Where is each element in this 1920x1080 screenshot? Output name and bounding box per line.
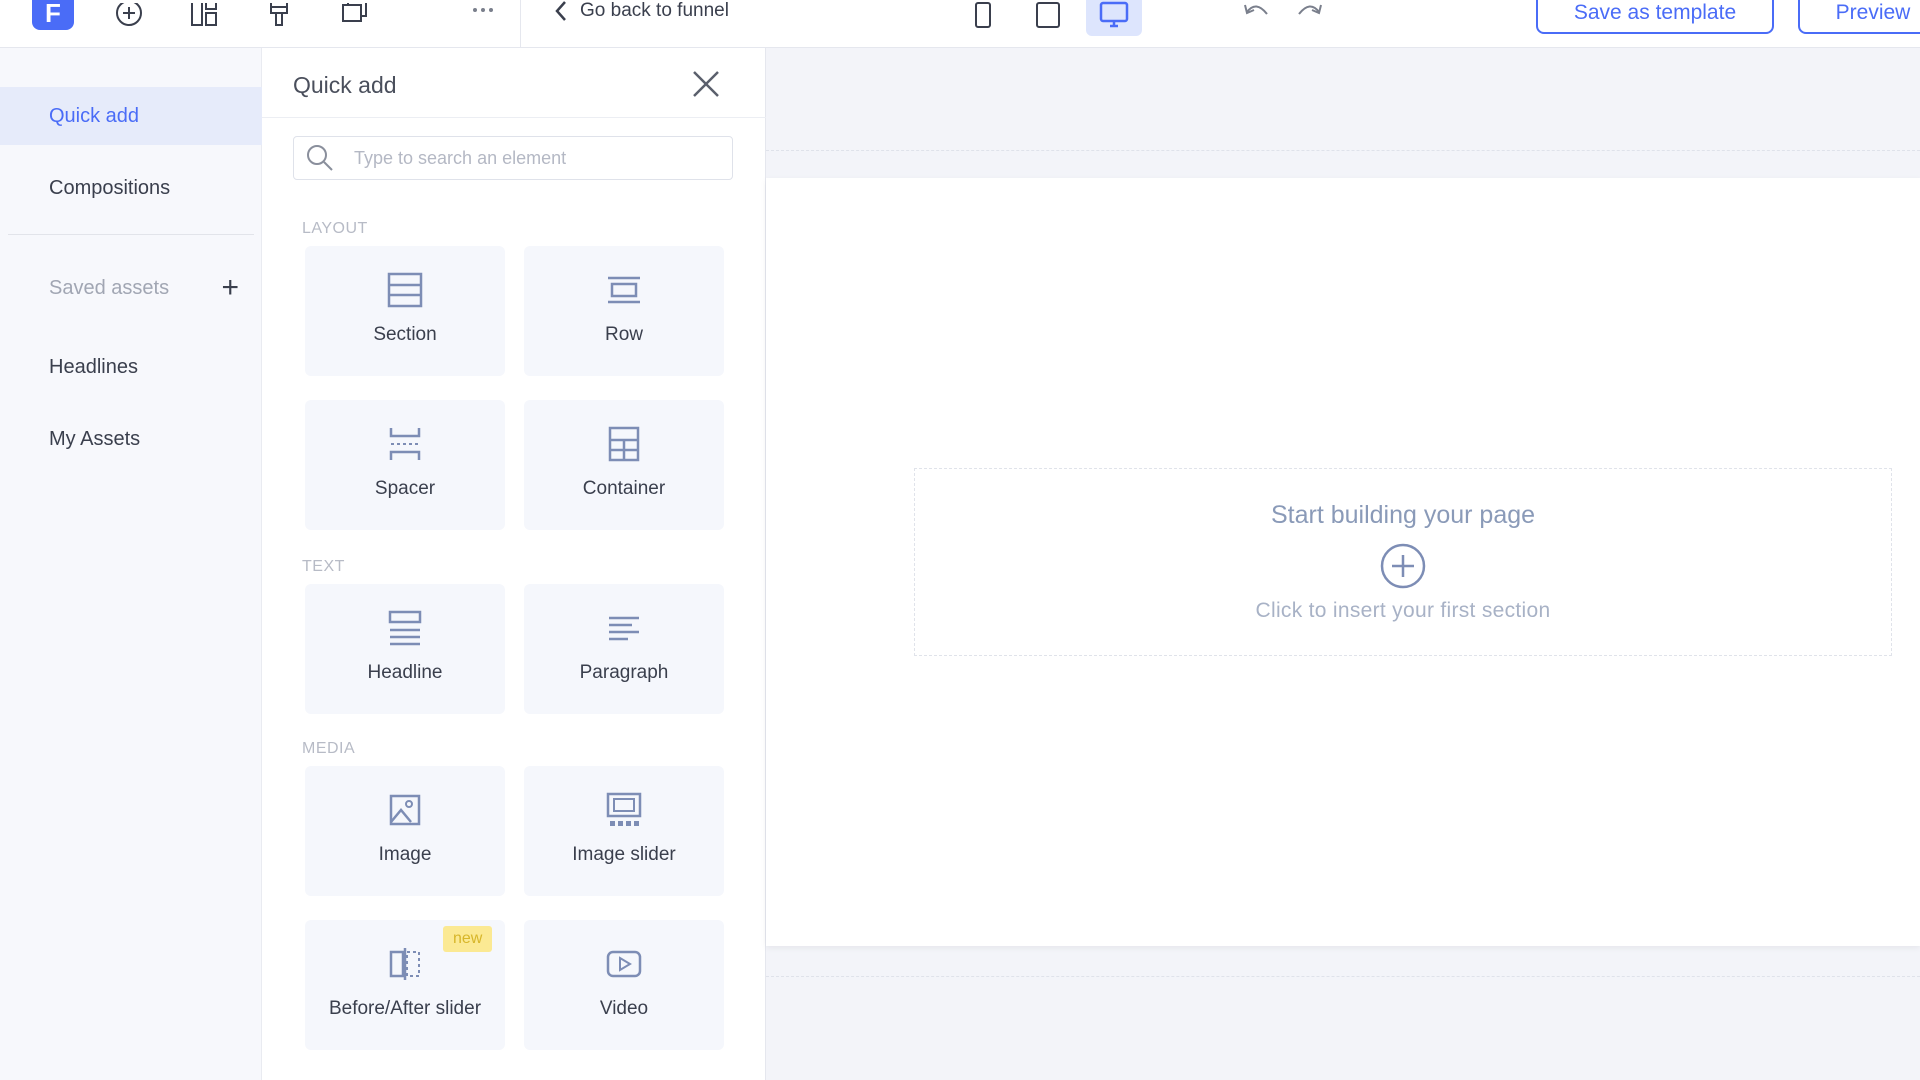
undo-button[interactable] xyxy=(1240,0,1272,24)
paragraph-icon xyxy=(609,616,639,641)
tile-label: Paragraph xyxy=(579,662,669,683)
tile-section[interactable]: Section xyxy=(305,246,505,376)
quick-add-panel: Quick add LAYOUT Section Row Spacer Cont… xyxy=(262,48,766,1080)
tile-label: Container xyxy=(582,478,666,499)
more-button[interactable] xyxy=(468,0,498,20)
tile-label: Headline xyxy=(367,662,443,683)
redo-button[interactable] xyxy=(1294,0,1326,24)
category-layout: LAYOUT xyxy=(302,220,368,237)
style-button[interactable] xyxy=(264,0,294,30)
tile-image[interactable]: Image xyxy=(305,766,505,896)
panel-header: Quick add xyxy=(262,48,766,118)
layout-button[interactable] xyxy=(188,0,220,30)
nav-item-quick-add[interactable]: Quick add xyxy=(0,87,262,145)
tile-image-slider[interactable]: Image slider xyxy=(524,766,724,896)
section-icon xyxy=(387,272,423,308)
headline-icon xyxy=(388,610,422,646)
redo-icon xyxy=(1298,4,1322,15)
category-text: TEXT xyxy=(302,558,345,575)
empty-title: Start building your page xyxy=(1270,501,1536,529)
tile-label: Video xyxy=(599,998,649,1019)
layout-icon xyxy=(191,3,217,26)
editor-canvas: Start building your page Click to insert… xyxy=(766,48,1920,1080)
preview-button[interactable]: Preview xyxy=(1798,0,1920,34)
tile-label: Spacer xyxy=(374,478,436,499)
empty-section-placeholder[interactable]: Start building your page Click to insert… xyxy=(914,468,1892,656)
close-icon xyxy=(693,71,719,97)
video-icon xyxy=(606,950,642,978)
new-badge: new xyxy=(443,926,493,952)
go-back-label: Go back to funnel xyxy=(580,0,729,21)
tile-before-after-slider[interactable]: new Before/After slider xyxy=(305,920,505,1050)
saved-assets-header: Saved assets + xyxy=(49,273,239,303)
go-back-to-funnel-link[interactable]: Go back to funnel xyxy=(554,0,729,22)
tile-label: Before/After slider xyxy=(328,998,482,1019)
tile-label: Section xyxy=(373,324,437,345)
undo-icon xyxy=(1244,4,1268,15)
image-icon xyxy=(389,794,421,826)
tablet-view-button[interactable] xyxy=(1020,0,1076,36)
search-field[interactable] xyxy=(293,136,733,180)
pages-button[interactable] xyxy=(338,0,370,30)
category-media: MEDIA xyxy=(302,740,356,757)
section-guide-bottom xyxy=(766,976,1920,977)
panel-title: Quick add xyxy=(293,72,397,98)
search-input[interactable] xyxy=(354,147,714,169)
add-saved-asset-button[interactable]: + xyxy=(221,273,239,303)
mobile-icon xyxy=(975,2,991,28)
tile-spacer[interactable]: Spacer xyxy=(305,400,505,530)
nav-item-headlines[interactable]: Headlines xyxy=(0,338,262,396)
search-icon xyxy=(307,145,333,171)
tile-headline[interactable]: Headline xyxy=(305,584,505,714)
top-toolbar: F Go back to funnel Save as template Pre… xyxy=(0,0,1920,48)
plus-circle-icon xyxy=(1380,543,1426,589)
add-element-button[interactable] xyxy=(112,0,146,30)
paint-brush-icon xyxy=(270,3,288,26)
nav-item-compositions[interactable]: Compositions xyxy=(0,159,262,217)
desktop-view-button[interactable] xyxy=(1086,0,1142,36)
chevron-left-icon xyxy=(555,1,566,21)
tile-container[interactable]: Container xyxy=(524,400,724,530)
close-panel-button[interactable] xyxy=(690,68,722,100)
tile-row[interactable]: Row xyxy=(524,246,724,376)
empty-subtitle: Click to insert your first section xyxy=(1255,599,1551,622)
tablet-icon xyxy=(1036,2,1060,28)
copy-icon xyxy=(342,3,367,22)
toolbar-divider xyxy=(520,0,521,48)
container-icon xyxy=(608,426,640,462)
nav-item-my-assets[interactable]: My Assets xyxy=(0,410,262,468)
plus-circle-icon xyxy=(116,3,142,26)
app-logo[interactable]: F xyxy=(32,0,74,30)
spacer-icon xyxy=(389,428,421,460)
image-slider-icon xyxy=(606,792,642,826)
row-icon xyxy=(608,276,640,304)
tile-label: Image xyxy=(378,844,432,865)
mobile-view-button[interactable] xyxy=(955,0,1011,36)
section-guide-top xyxy=(766,150,1920,151)
page-canvas: Start building your page Click to insert… xyxy=(766,178,1920,946)
saved-assets-label: Saved assets xyxy=(49,276,170,299)
save-as-template-button[interactable]: Save as template xyxy=(1536,0,1774,34)
tile-label: Row xyxy=(604,324,643,345)
before-after-icon xyxy=(389,948,420,980)
insert-section-button[interactable] xyxy=(1379,542,1427,595)
desktop-icon xyxy=(1099,1,1129,28)
logo-letter: F xyxy=(45,0,61,28)
tile-paragraph[interactable]: Paragraph xyxy=(524,584,724,714)
tile-video[interactable]: Video xyxy=(524,920,724,1050)
tile-label: Image slider xyxy=(572,844,676,865)
nav-divider xyxy=(8,234,254,235)
left-navigation: Quick add Compositions Saved assets + He… xyxy=(0,48,262,1080)
more-horizontal-icon xyxy=(473,8,493,12)
